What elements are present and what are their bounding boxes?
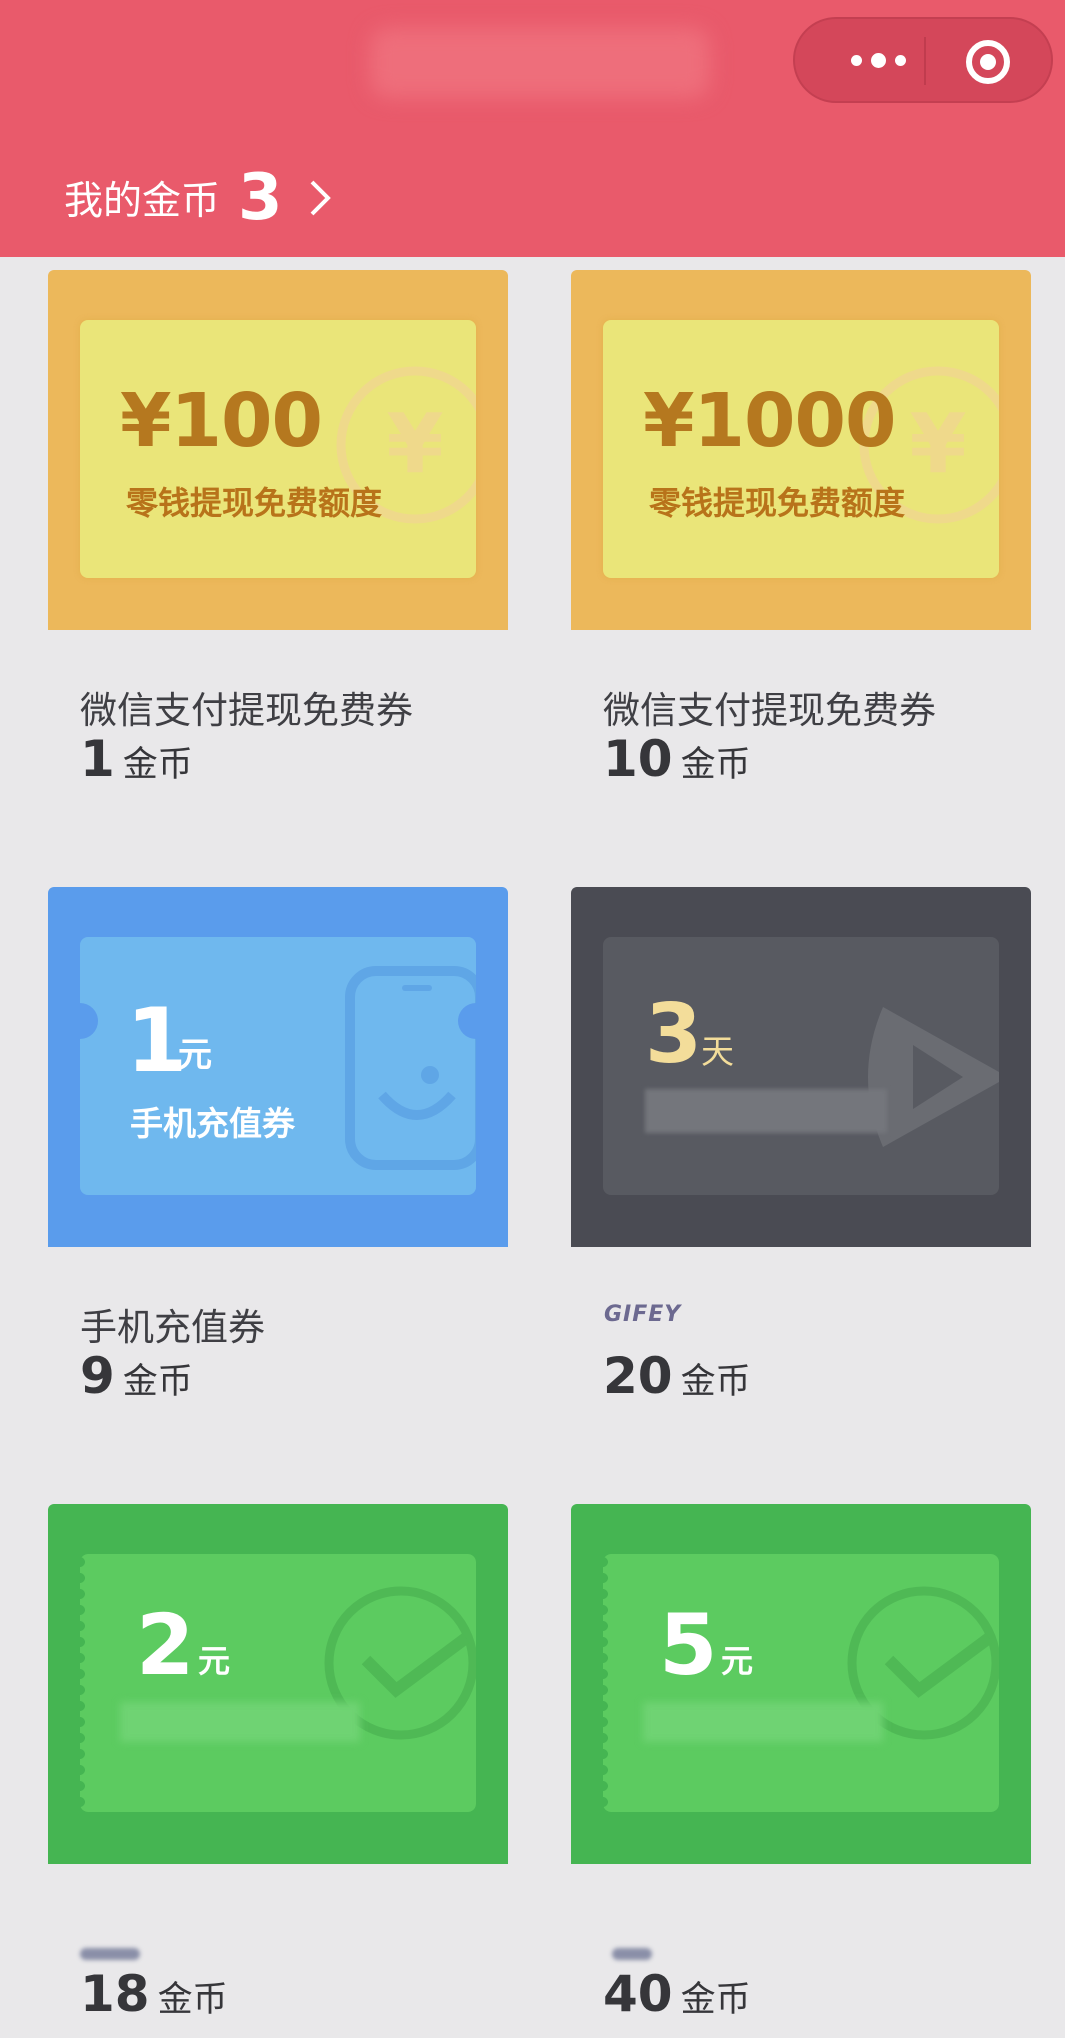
price-unit: 金币 [122, 1362, 193, 1402]
blurred-ticket-text [643, 1702, 883, 1742]
blurred-item-name [612, 1948, 652, 1960]
item-price: 1 金币 [80, 730, 193, 788]
price-unit: 金币 [157, 1980, 228, 2020]
item-name-logo: GIFEY [604, 1302, 682, 1327]
phone-smile-icon [345, 966, 476, 1170]
item-price: 18 金币 [80, 1965, 228, 2023]
ticket-face: ¥ ¥1000 零钱提现免费额度 [603, 320, 999, 578]
svg-text:¥: ¥ [386, 397, 443, 492]
item-price: 10 金币 [603, 730, 751, 788]
svg-text:¥: ¥ [909, 397, 966, 492]
coins-label: 我的金币 [64, 179, 221, 224]
capsule-divider [924, 37, 926, 85]
ticket-number: 3 [645, 987, 703, 1082]
ticket-subtitle: 零钱提现免费额度 [649, 484, 906, 522]
blurred-ticket-text [645, 1089, 887, 1133]
blurred-ticket-text [120, 1702, 360, 1742]
ticket-amount: ¥100 [120, 378, 323, 464]
reward-card[interactable]: 1 元 手机充值券 [48, 887, 508, 1247]
ticket-face: 1 元 手机充值券 [80, 937, 476, 1195]
mini-program-capsule [793, 17, 1053, 103]
price-value: 10 [603, 730, 673, 788]
ticket-unit: 元 [721, 1642, 754, 1680]
blurred-page-title [370, 28, 710, 98]
price-unit: 金币 [122, 745, 193, 785]
item-price: 9 金币 [80, 1347, 193, 1405]
ticket-unit: 元 [198, 1642, 231, 1680]
ticket-face: 5 元 [603, 1554, 999, 1812]
chevron-right-icon [310, 180, 331, 216]
price-value: 40 [603, 1965, 673, 2023]
more-dots-icon[interactable] [833, 19, 923, 101]
item-name: 手机充值券 [80, 1306, 265, 1349]
price-unit: 金币 [680, 1362, 751, 1402]
ticket-amount: ¥1000 [643, 378, 896, 464]
ticket-face: 2 元 [80, 1554, 476, 1812]
reward-card[interactable]: 2 元 [48, 1504, 508, 1864]
ticket-unit: 天 [701, 1032, 734, 1071]
header-bar: 我的金币 3 [0, 0, 1065, 257]
item-price: 20 金币 [603, 1347, 751, 1405]
ticket-number: 2 [136, 1596, 195, 1694]
price-unit: 金币 [680, 745, 751, 785]
ticket-face: 3 天 [603, 937, 999, 1195]
item-price: 40 金币 [603, 1965, 751, 2023]
price-value: 9 [80, 1347, 115, 1405]
ticket-notch [458, 1003, 494, 1039]
ticket-subtitle: 手机充值券 [130, 1104, 295, 1143]
ticket-notch [62, 1003, 98, 1039]
ticket-unit: 元 [178, 1035, 212, 1075]
reward-card[interactable]: ¥ ¥1000 零钱提现免费额度 [571, 270, 1031, 630]
reward-card[interactable]: ¥ ¥100 零钱提现免费额度 [48, 270, 508, 630]
blurred-item-name [80, 1948, 140, 1960]
price-value: 1 [80, 730, 115, 788]
reward-card[interactable]: 5 元 [571, 1504, 1031, 1864]
video-play-icon [868, 1007, 999, 1147]
my-coins-link[interactable]: 我的金币 3 [64, 158, 333, 238]
ticket-subtitle: 零钱提现免费额度 [126, 484, 383, 522]
price-value: 20 [603, 1347, 673, 1405]
reward-card[interactable]: 3 天 [571, 887, 1031, 1247]
coins-count: 3 [238, 161, 283, 235]
item-name: 微信支付提现免费券 [603, 689, 936, 732]
price-value: 18 [80, 1965, 150, 2023]
ticket-number: 5 [659, 1596, 718, 1694]
target-circle-icon[interactable] [965, 39, 1011, 85]
ticket-face: ¥ ¥100 零钱提现免费额度 [80, 320, 476, 578]
price-unit: 金币 [680, 1980, 751, 2020]
item-name: 微信支付提现免费券 [80, 689, 413, 732]
